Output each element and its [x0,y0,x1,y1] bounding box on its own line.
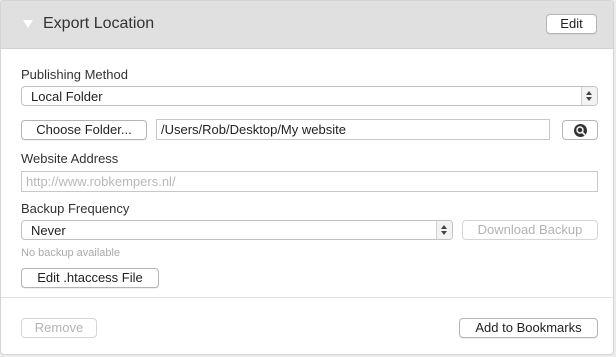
edit-button[interactable]: Edit [546,14,597,34]
publishing-method-value: Local Folder [31,89,103,104]
magnifier-icon [574,124,587,137]
backup-frequency-label: Backup Frequency [21,201,130,216]
backup-frequency-value: Never [31,223,66,238]
folder-path-field[interactable]: /Users/Rob/Desktop/My website [156,119,550,140]
website-address-field[interactable]: http://www.robkempers.nl/ [21,171,598,192]
website-address-label: Website Address [21,151,119,166]
add-to-bookmarks-button[interactable]: Add to Bookmarks [459,318,598,338]
remove-button[interactable]: Remove [21,318,97,338]
export-location-panel: Export Location Edit Publishing Method L… [0,0,614,355]
disclosure-triangle-icon[interactable] [23,20,33,28]
choose-folder-button[interactable]: Choose Folder... [21,120,147,140]
updown-chevron-icon [436,221,452,239]
edit-htaccess-button[interactable]: Edit .htaccess File [21,268,159,288]
backup-status-text: No backup available [21,247,121,259]
download-backup-button[interactable]: Download Backup [462,220,598,240]
backup-frequency-select[interactable]: Never [21,220,453,240]
reveal-folder-button[interactable] [562,120,598,140]
panel-title: Export Location [43,15,155,32]
updown-chevron-icon [581,87,597,105]
panel-header: Export Location Edit [1,1,613,49]
publishing-method-label: Publishing Method [21,67,128,82]
publishing-method-select[interactable]: Local Folder [21,86,598,106]
divider [1,297,613,298]
